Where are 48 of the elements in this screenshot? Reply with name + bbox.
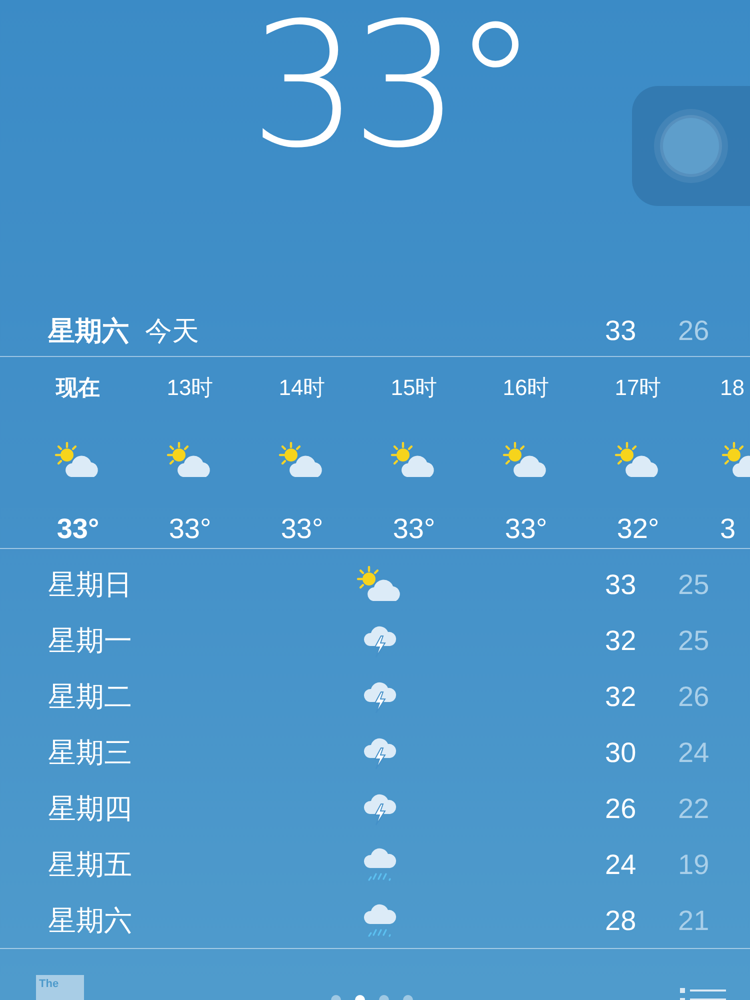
assistive-touch-button[interactable] bbox=[632, 86, 750, 206]
high-temperature: 32 bbox=[605, 625, 638, 657]
low-temperature: 19 bbox=[678, 849, 710, 881]
weather-channel-logo[interactable]: The bbox=[36, 975, 84, 1000]
current-temperature: 33° bbox=[248, 0, 530, 172]
weekday: 星期一 bbox=[48, 624, 133, 658]
thunderstorm-icon bbox=[362, 792, 398, 826]
hour-label: 14时 bbox=[278, 374, 326, 402]
rain-cloud-icon bbox=[362, 904, 398, 938]
low-temperature: 25 bbox=[678, 625, 710, 657]
low-temperature: 24 bbox=[678, 737, 710, 769]
circle-icon bbox=[653, 108, 729, 184]
hour-label: 13时 bbox=[166, 374, 214, 402]
weekday: 星期三 bbox=[48, 736, 133, 770]
hour-label: 现在 bbox=[56, 374, 100, 402]
hour-temperature: 3 bbox=[720, 513, 736, 545]
high-temperature: 30 bbox=[605, 737, 638, 769]
weekday: 星期日 bbox=[48, 568, 133, 602]
low-temperature: 22 bbox=[678, 793, 710, 825]
weekday: 星期二 bbox=[48, 680, 133, 714]
weekday: 星期四 bbox=[48, 792, 133, 826]
list-icon[interactable] bbox=[680, 986, 726, 1000]
high-temperature: 24 bbox=[605, 849, 638, 881]
hour-temperature: 32° bbox=[616, 513, 660, 545]
rain-cloud-icon bbox=[362, 848, 398, 882]
high-temperature: 28 bbox=[605, 905, 638, 937]
hour-temperature: 33° bbox=[280, 513, 324, 545]
hour-temperature: 33° bbox=[504, 513, 548, 545]
hour-label: 18 bbox=[720, 374, 744, 402]
hour-temperature: 33° bbox=[56, 513, 100, 545]
hour-temperature: 33° bbox=[168, 513, 212, 545]
high-temperature: 26 bbox=[605, 793, 638, 825]
today-weekday: 星期六 bbox=[48, 315, 129, 348]
weekday: 星期六 bbox=[48, 904, 133, 938]
weekday: 星期五 bbox=[48, 848, 133, 882]
today-label: 今天 bbox=[145, 315, 199, 348]
high-temperature: 33 bbox=[605, 569, 638, 601]
thunderstorm-icon bbox=[362, 736, 398, 770]
hour-temperature: 33° bbox=[392, 513, 436, 545]
high-temperature: 33 bbox=[605, 315, 638, 347]
high-temperature: 32 bbox=[605, 681, 638, 713]
low-temperature: 25 bbox=[678, 569, 710, 601]
low-temperature: 26 bbox=[678, 315, 710, 347]
low-temperature: 26 bbox=[678, 681, 710, 713]
hour-label: 15时 bbox=[390, 374, 438, 402]
hour-label: 16时 bbox=[502, 374, 550, 402]
hour-label: 17时 bbox=[614, 374, 662, 402]
low-temperature: 21 bbox=[678, 905, 710, 937]
